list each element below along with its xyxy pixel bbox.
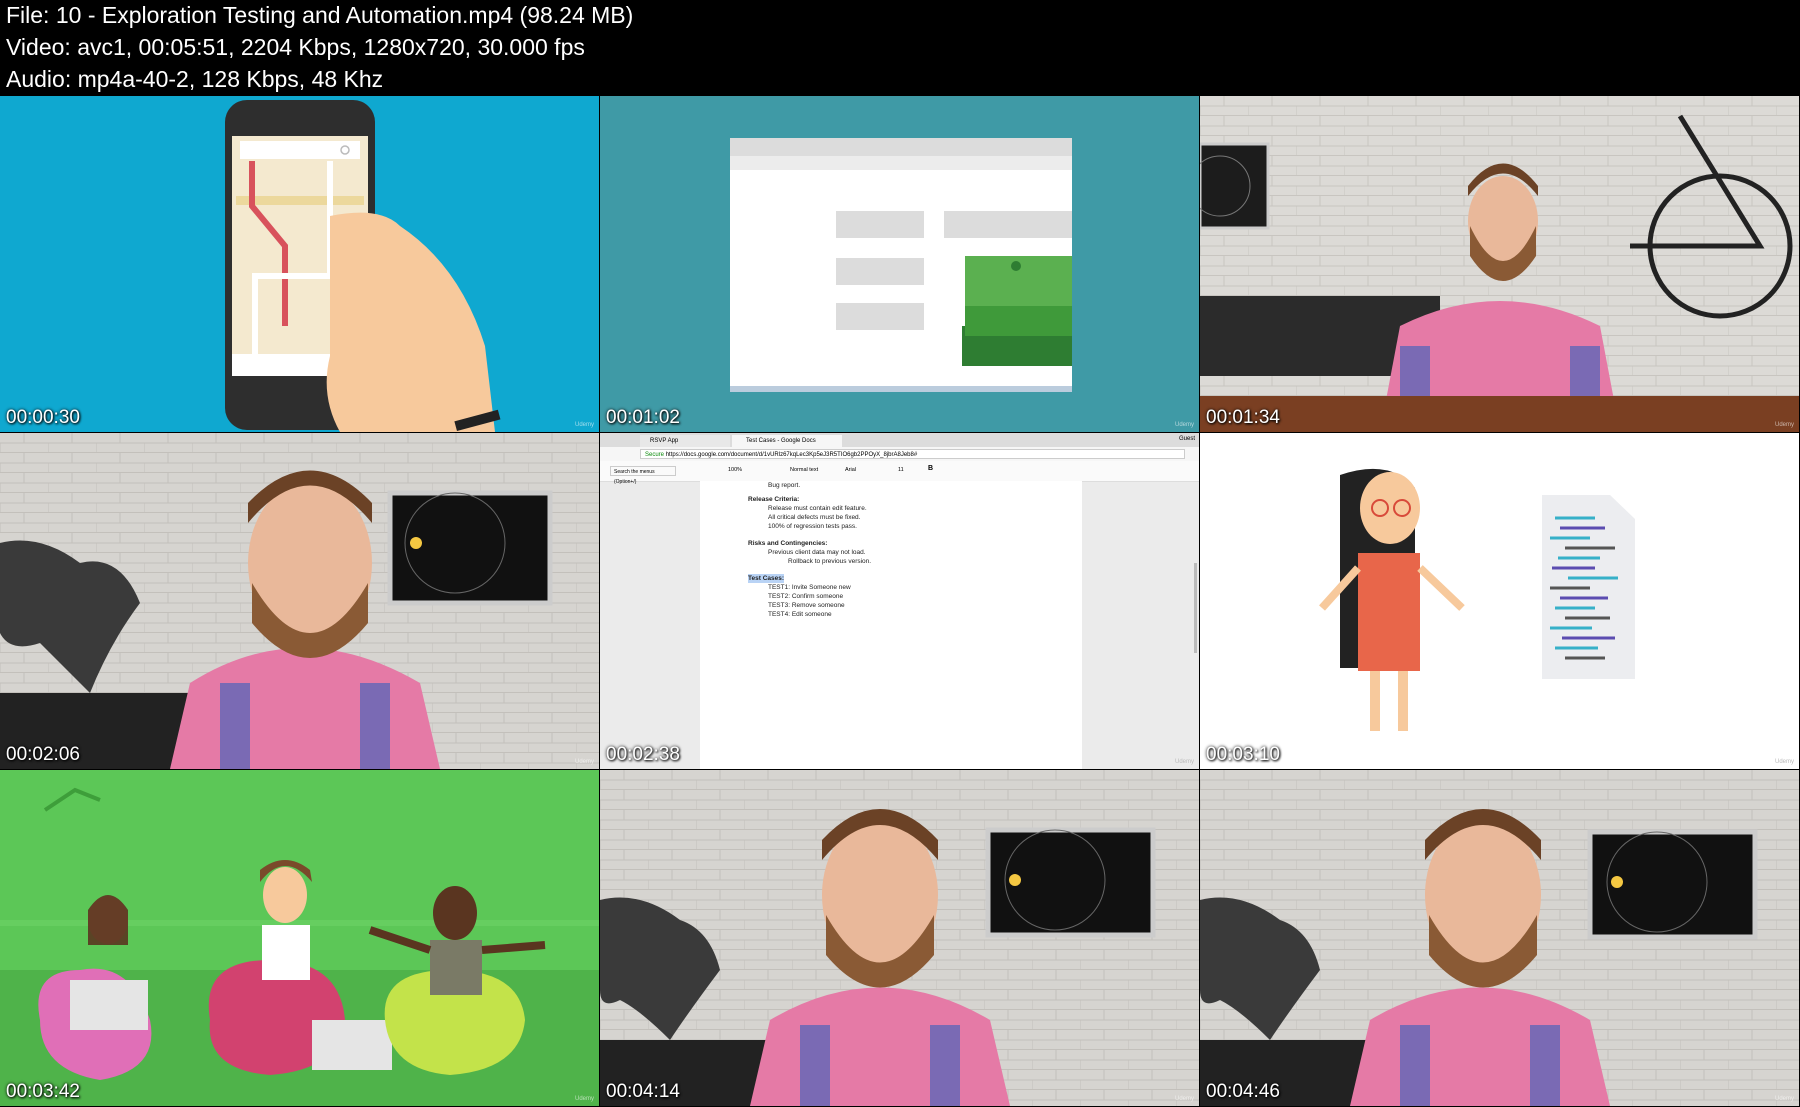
timestamp: 00:00:30: [6, 407, 80, 428]
presenter-desk-scene: [1200, 96, 1799, 432]
font-select[interactable]: Arial: [845, 467, 856, 473]
udemy-watermark: Udemy: [1174, 422, 1194, 428]
udemy-watermark: Udemy: [1174, 1096, 1194, 1102]
video-line: Video: avc1, 00:05:51, 2204 Kbps, 1280x7…: [6, 34, 585, 60]
thumbnail-4[interactable]: 00:02:06 Udemy: [0, 433, 599, 769]
secure-label: Secure: [645, 452, 665, 458]
url-text: https://docs.google.com/document/d/1vURl…: [665, 452, 918, 458]
timestamp: 00:03:42: [6, 1081, 80, 1102]
timestamp: 00:02:38: [606, 744, 680, 765]
audio-line: Audio: mp4a-40-2, 128 Kbps, 48 Khz: [6, 66, 384, 92]
risks-heading: Risks and Contingencies:: [748, 540, 828, 547]
udemy-watermark: Udemy: [574, 1096, 594, 1102]
release-heading: Release Criteria:: [748, 496, 800, 503]
tab-test-cases[interactable]: Test Cases - Google Docs: [732, 435, 842, 447]
tests-heading: Test Cases:: [748, 574, 785, 583]
udemy-watermark: Udemy: [574, 759, 594, 765]
timestamp: 00:04:14: [606, 1081, 680, 1102]
test-item-1: TEST1: Invite Someone new: [768, 584, 851, 591]
udemy-watermark: Udemy: [1774, 422, 1794, 428]
bug-report-item: Bug report.: [768, 482, 801, 489]
udemy-watermark: Udemy: [1774, 1096, 1794, 1102]
risks-subitem: Rollback to previous version.: [788, 558, 872, 565]
presenter-closeup-scene: [600, 770, 1199, 1106]
file-info-header: File: 10 - Exploration Testing and Autom…: [0, 0, 1800, 96]
thumbnail-9[interactable]: 00:04:46 Udemy: [1200, 770, 1799, 1106]
udemy-watermark: Udemy: [574, 422, 594, 428]
presenter-closeup-scene: [0, 433, 599, 769]
thumbnail-2[interactable]: 00:01:02 Udemy: [600, 96, 1199, 432]
thumbnail-6[interactable]: 00:03:10 Udemy: [1200, 433, 1799, 769]
timestamp: 00:02:06: [6, 744, 80, 765]
browser-money-illustration: [730, 138, 1072, 392]
bold-button[interactable]: B: [928, 465, 933, 472]
presenter-closeup-scene: [1200, 770, 1799, 1106]
size-select[interactable]: 11: [898, 467, 904, 473]
zoom-select[interactable]: 100%: [728, 467, 742, 473]
risks-item: Previous client data may not load.: [768, 549, 866, 556]
thumbnail-5[interactable]: RSVP App Test Cases - Google Docs Guest …: [600, 433, 1199, 769]
menu-search[interactable]: Search the menus (Option+/): [610, 466, 676, 485]
docs-toolbar: Search the menus (Option+/) 100% Normal …: [600, 461, 1199, 485]
release-item-3: 100% of regression tests pass.: [768, 523, 857, 530]
timestamp: 00:01:34: [1206, 407, 1280, 428]
phone-map-illustration: [225, 100, 501, 432]
character-document-illustration: [1319, 468, 1635, 731]
thumbnail-8[interactable]: 00:04:14 Udemy: [600, 770, 1199, 1106]
doc-page[interactable]: Bug report. Release Criteria: Release mu…: [700, 481, 1082, 769]
browser-tabbar: RSVP App Test Cases - Google Docs Guest: [600, 433, 1199, 447]
release-item-2: All critical defects must be fixed.: [768, 514, 861, 521]
release-item-1: Release must contain edit feature.: [768, 505, 867, 512]
timestamp: 00:03:10: [1206, 744, 1280, 765]
test-item-4: TEST4: Edit someone: [768, 611, 832, 618]
test-item-2: TEST2: Confirm someone: [768, 593, 844, 600]
style-select[interactable]: Normal text: [790, 467, 818, 473]
thumbnail-7[interactable]: 00:03:42 Udemy: [0, 770, 599, 1106]
address-bar[interactable]: Secure https://docs.google.com/document/…: [600, 447, 1199, 461]
file-line: File: 10 - Exploration Testing and Autom…: [6, 2, 634, 28]
udemy-watermark: Udemy: [1774, 759, 1794, 765]
thumbnail-1[interactable]: 00:00:30 Udemy: [0, 96, 599, 432]
timestamp: 00:01:02: [606, 407, 680, 428]
thumbnail-3[interactable]: 00:01:34 Udemy: [1200, 96, 1799, 432]
timestamp: 00:04:46: [1206, 1081, 1280, 1102]
beanbag-people-illustration: [0, 787, 599, 1106]
tab-rsvp[interactable]: RSVP App: [640, 435, 730, 447]
guest-label: Guest: [1178, 436, 1195, 442]
udemy-watermark: Udemy: [1174, 759, 1194, 765]
test-item-3: TEST3: Remove someone: [768, 602, 845, 609]
scrollbar[interactable]: [1194, 563, 1197, 653]
